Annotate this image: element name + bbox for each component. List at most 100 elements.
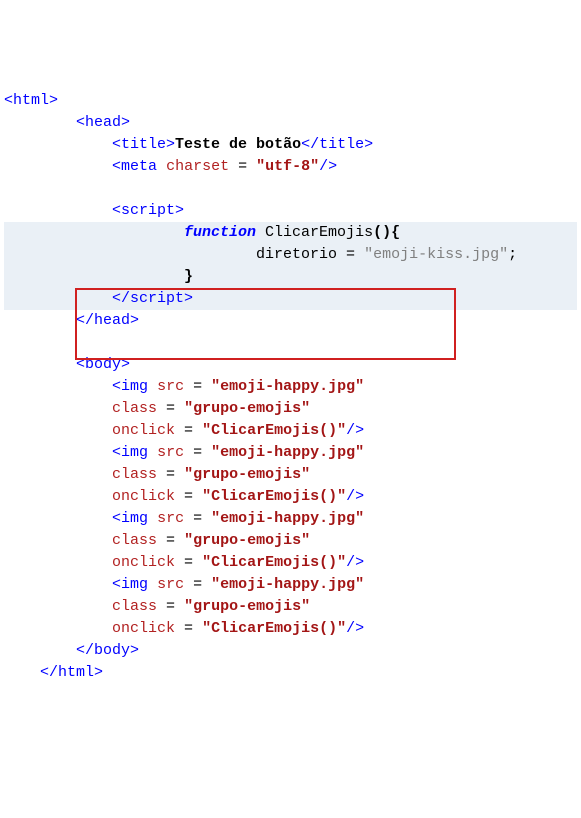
code-line: <html> <box>4 90 577 112</box>
code-line: onclick = "ClicarEmojis()"/> <box>4 552 577 574</box>
code-token: = <box>184 444 211 461</box>
code-token: "emoji-kiss.jpg" <box>364 246 508 263</box>
code-line: <head> <box>4 112 577 134</box>
code-line: <script> <box>4 200 577 222</box>
code-token: <head> <box>76 114 130 131</box>
code-token: = <box>175 488 202 505</box>
code-token: /> <box>346 620 364 637</box>
code-token: = <box>157 598 184 615</box>
code-token: ; <box>508 246 517 263</box>
code-line: class = "grupo-emojis" <box>4 596 577 618</box>
code-line: <meta charset = "utf-8"/> <box>4 156 577 178</box>
code-token: "ClicarEmojis()" <box>202 554 346 571</box>
code-token: (){ <box>373 224 400 241</box>
code-token: /> <box>346 554 364 571</box>
code-token: "ClicarEmojis()" <box>202 488 346 505</box>
code-token <box>148 378 157 395</box>
code-line: </head> <box>4 310 577 332</box>
code-line: </html> <box>4 662 577 684</box>
code-token: ClicarEmojis <box>256 224 373 241</box>
code-token: > <box>49 92 58 109</box>
code-line: function ClicarEmojis(){ <box>4 222 577 244</box>
code-token: <body> <box>76 356 130 373</box>
code-token: "emoji-happy.jpg" <box>211 444 364 461</box>
code-token: src <box>157 510 184 527</box>
code-token: = <box>157 466 184 483</box>
code-token: onclick <box>112 488 175 505</box>
code-token: "emoji-happy.jpg" <box>211 576 364 593</box>
code-line: <body> <box>4 354 577 376</box>
code-line: <title>Teste de botão</title> <box>4 134 577 156</box>
code-token: = <box>175 554 202 571</box>
code-token: /> <box>319 158 337 175</box>
code-line: class = "grupo-emojis" <box>4 464 577 486</box>
code-token: Teste de botão <box>175 136 301 153</box>
code-line: </body> <box>4 640 577 662</box>
code-line: <img src = "emoji-happy.jpg" <box>4 508 577 530</box>
code-token: "utf-8" <box>256 158 319 175</box>
code-token: = <box>184 378 211 395</box>
code-line: onclick = "ClicarEmojis()"/> <box>4 486 577 508</box>
code-token: </head> <box>76 312 139 329</box>
code-token <box>148 576 157 593</box>
code-line: } <box>4 266 577 288</box>
code-token: class <box>112 466 157 483</box>
code-token: <title> <box>112 136 175 153</box>
code-token <box>157 158 166 175</box>
code-line <box>4 178 577 200</box>
code-view: <html> <head> <title>Teste de botão</tit… <box>0 88 581 686</box>
code-token: src <box>157 378 184 395</box>
code-token: = <box>175 422 202 439</box>
code-token: = <box>184 510 211 527</box>
code-line: diretorio = "emoji-kiss.jpg"; <box>4 244 577 266</box>
code-token: onclick <box>112 620 175 637</box>
code-token <box>148 444 157 461</box>
code-token: = <box>229 158 256 175</box>
code-token: = <box>175 620 202 637</box>
code-line: class = "grupo-emojis" <box>4 530 577 552</box>
code-line <box>4 332 577 354</box>
code-line: class = "grupo-emojis" <box>4 398 577 420</box>
code-token: class <box>112 400 157 417</box>
code-token: "grupo-emojis" <box>184 400 310 417</box>
code-token: "ClicarEmojis()" <box>202 422 346 439</box>
code-line: onclick = "ClicarEmojis()"/> <box>4 618 577 640</box>
code-token: = <box>157 532 184 549</box>
code-line: <img src = "emoji-happy.jpg" <box>4 376 577 398</box>
code-token: onclick <box>112 554 175 571</box>
code-token: class <box>112 532 157 549</box>
code-token: diretorio = <box>256 246 364 263</box>
code-line: onclick = "ClicarEmojis()"/> <box>4 420 577 442</box>
code-token: src <box>157 444 184 461</box>
code-token: <html <box>4 92 49 109</box>
code-token: } <box>184 268 193 285</box>
code-token: </html> <box>40 664 103 681</box>
code-token: /> <box>346 422 364 439</box>
code-token: /> <box>346 488 364 505</box>
code-token: <img <box>112 576 148 593</box>
code-token: </script <box>112 290 184 307</box>
code-line: <img src = "emoji-happy.jpg" <box>4 574 577 596</box>
code-token: <meta <box>112 158 157 175</box>
code-token: "emoji-happy.jpg" <box>211 510 364 527</box>
code-token: </title> <box>301 136 373 153</box>
code-token: function <box>184 224 256 241</box>
code-token: charset <box>166 158 229 175</box>
code-token: "grupo-emojis" <box>184 532 310 549</box>
code-token: class <box>112 598 157 615</box>
code-line: </script> <box>4 288 577 310</box>
code-token: <script> <box>112 202 184 219</box>
code-token: "emoji-happy.jpg" <box>211 378 364 395</box>
code-line: <img src = "emoji-happy.jpg" <box>4 442 577 464</box>
code-token: onclick <box>112 422 175 439</box>
code-token: "grupo-emojis" <box>184 466 310 483</box>
code-token: <img <box>112 510 148 527</box>
code-token: <img <box>112 378 148 395</box>
code-token: "ClicarEmojis()" <box>202 620 346 637</box>
code-token: <img <box>112 444 148 461</box>
code-token: = <box>184 576 211 593</box>
code-token: = <box>157 400 184 417</box>
code-token <box>148 510 157 527</box>
code-token: > <box>184 290 193 307</box>
code-token: </body> <box>76 642 139 659</box>
